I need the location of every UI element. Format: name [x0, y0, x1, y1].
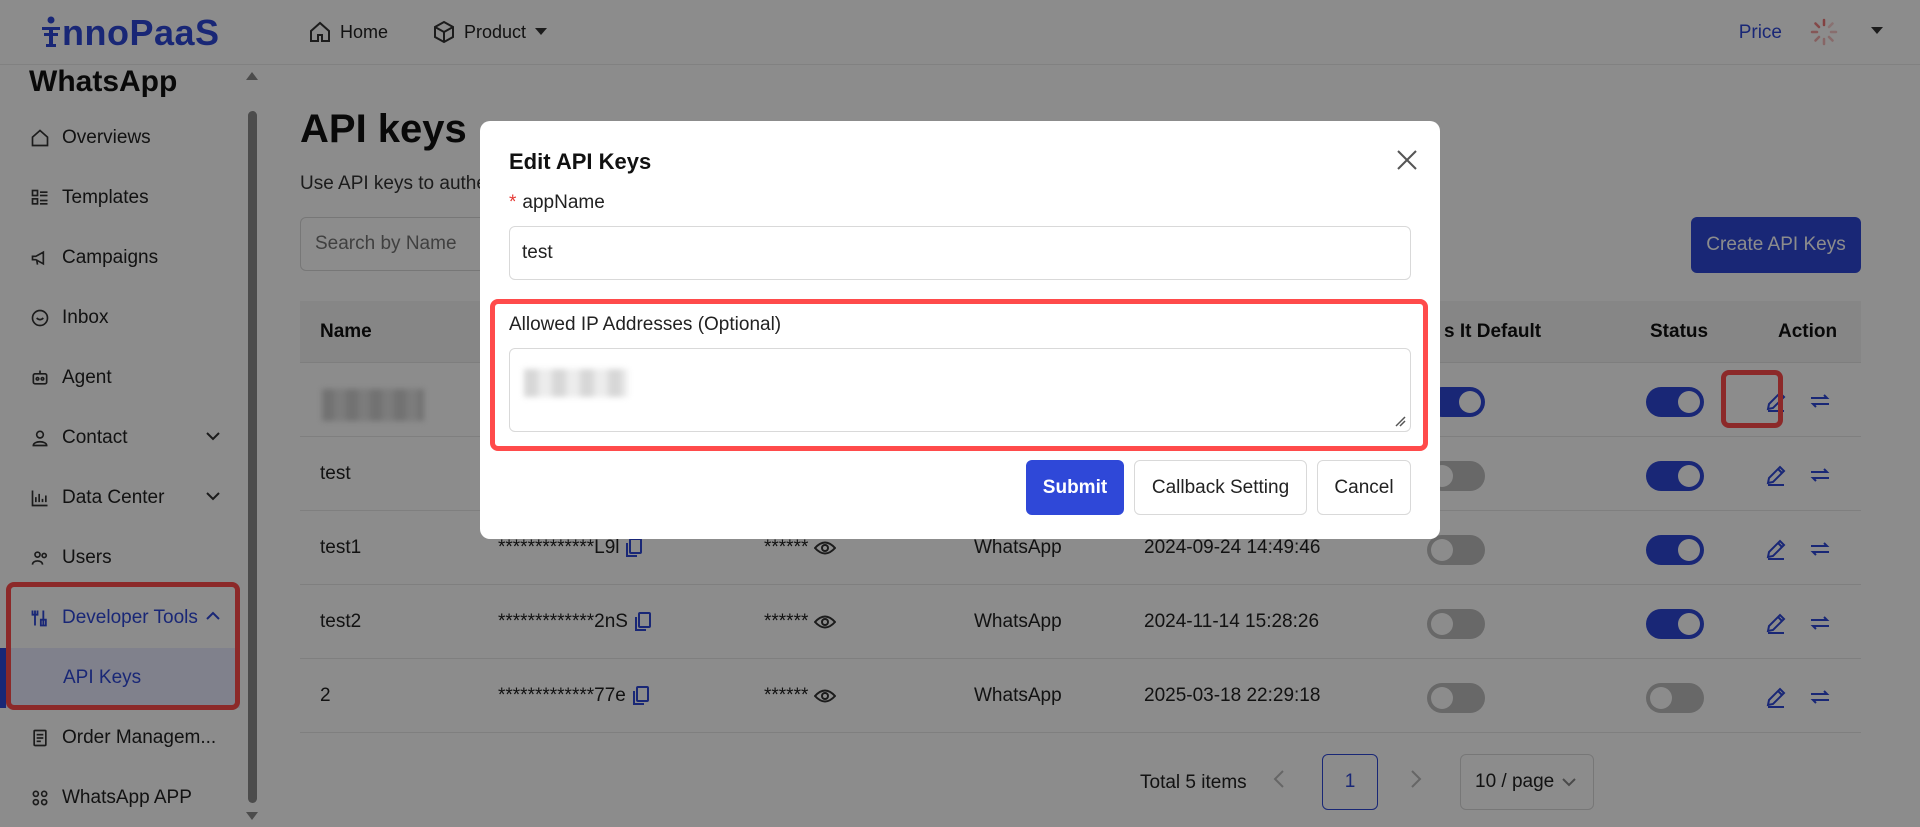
callback-setting-button[interactable]: Callback Setting	[1134, 460, 1307, 515]
required-mark: *	[509, 192, 517, 213]
submit-button[interactable]: Submit	[1026, 460, 1124, 515]
app-name-label: * appName	[509, 192, 605, 214]
app-name-input[interactable]	[509, 226, 1411, 280]
close-icon[interactable]	[1393, 146, 1421, 174]
app-name-label-text: appName	[522, 192, 605, 213]
modal-title: Edit API Keys	[509, 149, 652, 174]
cancel-button[interactable]: Cancel	[1317, 460, 1411, 515]
highlight-allowed-ip	[490, 299, 1428, 451]
edit-api-keys-modal: Edit API Keys *appName Allowed IP Addres…	[480, 121, 1440, 539]
